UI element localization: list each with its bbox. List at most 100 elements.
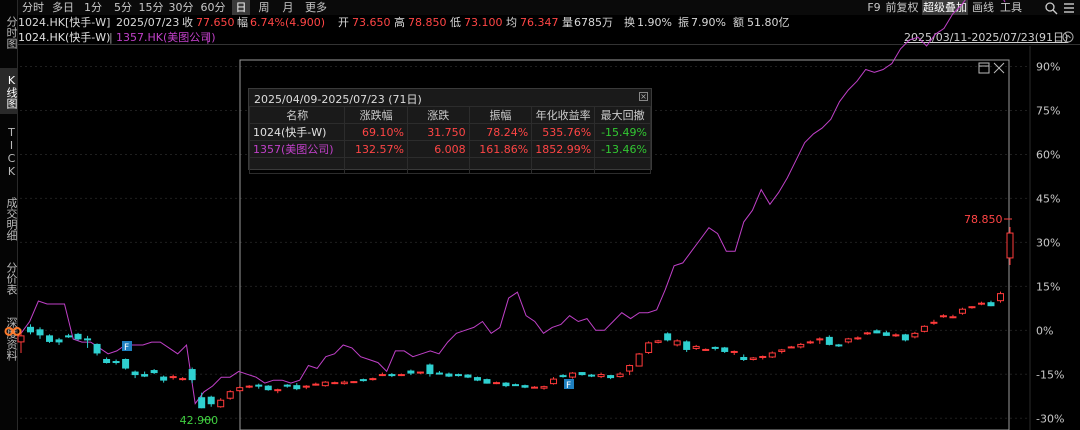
candle <box>816 337 824 344</box>
candle <box>445 372 453 378</box>
candle-body <box>283 384 291 387</box>
high-price-label: 78.850 <box>964 213 1003 226</box>
candle-body <box>207 396 215 405</box>
candle <box>702 348 710 351</box>
candle-body <box>968 306 976 309</box>
candle-body <box>293 385 301 390</box>
row-name: 1357(美图公司) <box>248 140 346 158</box>
candle <box>179 377 187 381</box>
candle-body <box>892 334 900 337</box>
candle <box>226 390 234 400</box>
candle-body <box>112 361 120 364</box>
maximize-icon[interactable] <box>978 62 990 74</box>
candle <box>340 380 348 385</box>
candle-body <box>958 308 966 314</box>
candle <box>673 339 681 347</box>
stats-header-row: 名称 涨跌幅 涨跌 振幅 年化收益率 最大回撤 <box>248 106 651 124</box>
candle <box>388 373 396 378</box>
candle <box>854 336 862 340</box>
candle <box>996 291 1004 303</box>
stats-row[interactable]: 1024(快手-W) 69.10% 31.750 78.24% 535.76% … <box>248 123 651 141</box>
candle <box>245 385 253 389</box>
y-axis-tick: 15% <box>1036 280 1060 293</box>
start-marker <box>4 326 14 336</box>
candle-body <box>730 350 738 353</box>
candle-body <box>635 353 643 367</box>
candle <box>578 372 586 376</box>
y-axis-tick: 60% <box>1036 148 1060 161</box>
candle-body <box>787 346 795 349</box>
candle <box>911 331 919 339</box>
candle-body <box>873 330 881 334</box>
candle <box>141 371 149 378</box>
y-axis-tick: 45% <box>1036 192 1060 205</box>
candle <box>350 381 358 384</box>
close-icon[interactable]: × <box>639 92 648 101</box>
candle <box>321 381 329 387</box>
candle-body <box>692 345 700 349</box>
candle-body <box>27 326 35 333</box>
candle-body <box>93 343 101 354</box>
candle <box>835 343 843 347</box>
candle-body <box>721 347 729 352</box>
candle-body <box>816 338 824 341</box>
kline-chart[interactable]: 90% 75% 60% 45% 30% 15% 0% -15% -30% 42.900 78.85… <box>0 0 1080 430</box>
candle <box>312 382 320 386</box>
candle <box>112 359 120 365</box>
candle <box>626 364 634 376</box>
candle-body <box>749 357 757 360</box>
candle <box>293 383 301 391</box>
candle-body <box>46 335 54 342</box>
candle <box>198 392 206 409</box>
close-selection-icon[interactable] <box>993 62 1005 74</box>
candle <box>160 375 168 383</box>
event-flag-icon[interactable]: F <box>564 379 574 391</box>
y-axis-tick: 0% <box>1036 324 1053 337</box>
candle-body <box>435 372 443 375</box>
candle-body <box>388 374 396 377</box>
col-amp: 振幅 <box>468 106 533 124</box>
candle-body <box>920 325 928 332</box>
candle-body <box>759 355 767 358</box>
y-axis-tick: 30% <box>1036 236 1060 249</box>
stats-table: 名称 涨跌幅 涨跌 振幅 年化收益率 最大回撤 1024(快手-W) 69.10… <box>248 106 651 174</box>
candle <box>749 356 757 361</box>
overlay-series-line <box>20 0 1006 405</box>
candle <box>274 388 282 394</box>
candle <box>930 319 938 325</box>
candle <box>521 384 529 389</box>
event-flag-icon[interactable]: F <box>122 341 132 353</box>
candle <box>531 386 539 389</box>
flag-letter: F <box>566 381 571 391</box>
candle-body <box>512 384 519 387</box>
candle-body <box>550 378 558 385</box>
candle <box>217 398 225 408</box>
candle <box>892 333 900 337</box>
candle <box>27 324 35 335</box>
candle <box>683 340 691 352</box>
candle-body <box>17 335 25 343</box>
row-chg: 31.750 <box>406 123 470 141</box>
candle-body <box>226 391 234 399</box>
candle <box>654 339 662 344</box>
candle-body <box>521 385 529 388</box>
stats-row[interactable]: 1357(美图公司) 132.57% 6.008 161.86% 1852.99… <box>248 140 651 158</box>
row-drawdown: -13.46% <box>594 140 651 158</box>
candle-body <box>645 342 653 353</box>
candle <box>759 355 767 360</box>
candle <box>1006 227 1014 265</box>
candle-body <box>55 339 63 343</box>
candle-body <box>540 386 548 389</box>
candle <box>540 385 548 390</box>
candle-body <box>378 374 386 377</box>
candle <box>46 334 54 343</box>
candle <box>416 371 424 375</box>
y-axis-tick: 90% <box>1036 61 1060 74</box>
candle <box>93 343 101 356</box>
candle-body <box>664 333 672 341</box>
candle-body <box>188 369 196 381</box>
candle <box>378 372 386 377</box>
candle-body <box>778 349 786 352</box>
candle-body <box>264 385 272 391</box>
candle <box>464 374 472 379</box>
